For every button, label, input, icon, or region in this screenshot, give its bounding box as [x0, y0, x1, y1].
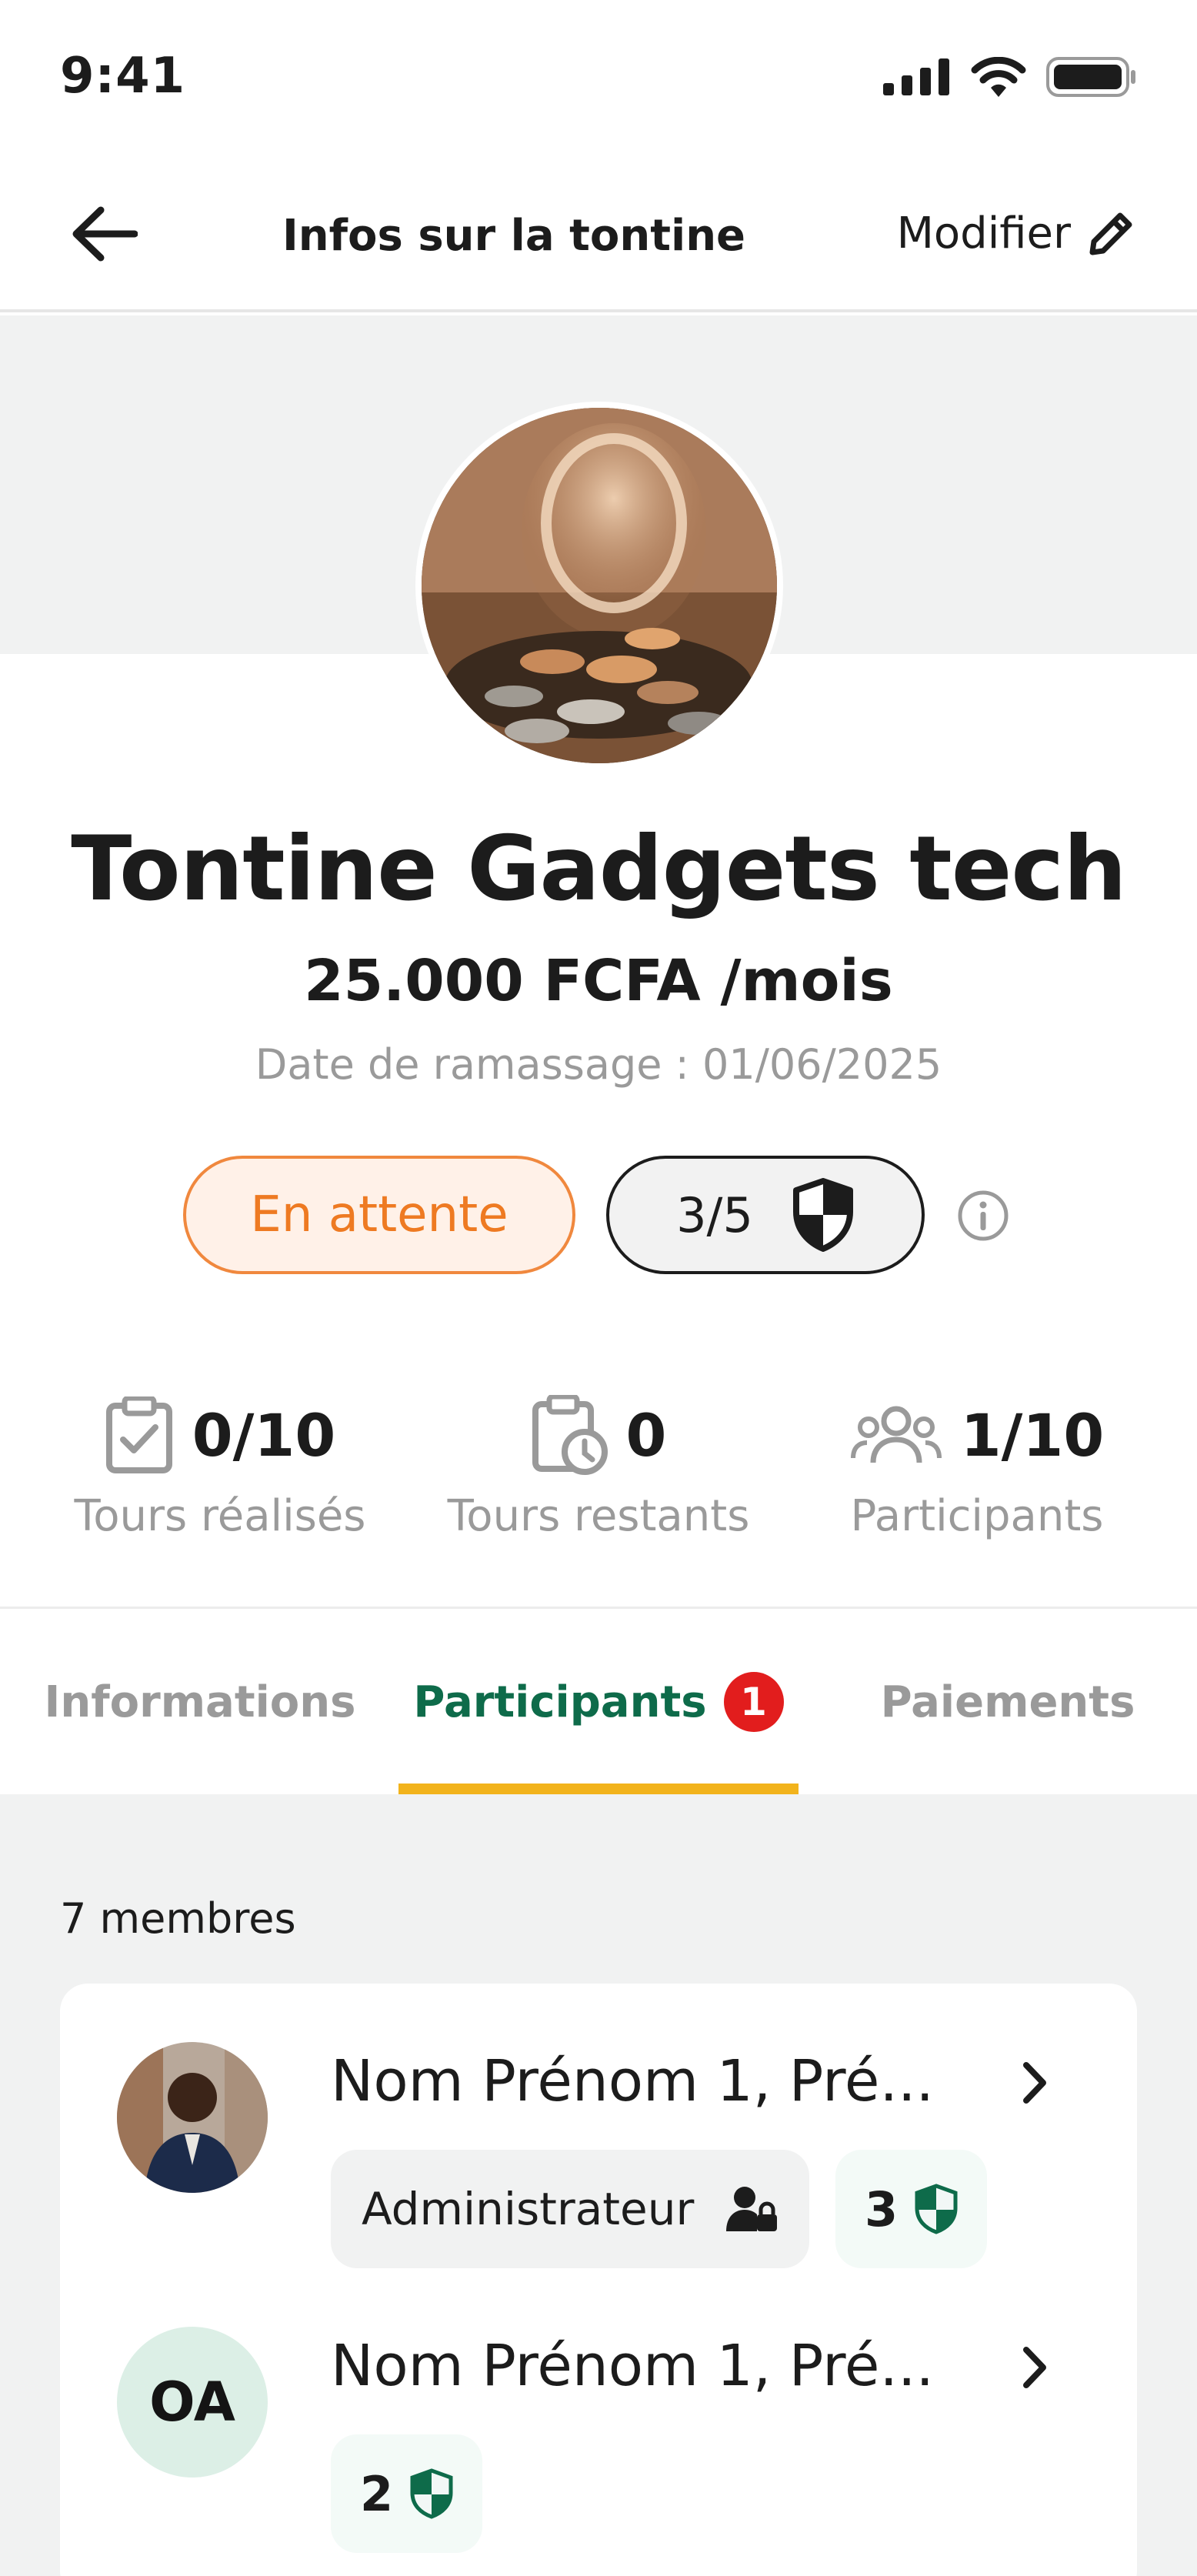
stat-tours-realises: 0/10 Tours réalisés	[35, 1393, 405, 1541]
signal-icon	[883, 58, 949, 95]
trust-level-badge[interactable]: 3/5	[606, 1156, 925, 1274]
tab-label: Paiements	[880, 1677, 1135, 1727]
stat-participants: 1/10 Participants	[792, 1393, 1162, 1542]
stat-label: Tours réalisés	[74, 1491, 366, 1541]
tab-bar: Informations Participants 1 Paiements	[0, 1610, 1197, 1794]
wifi-icon	[971, 57, 1026, 97]
avatar: OA	[117, 2327, 268, 2478]
chevron-right-icon	[1023, 2062, 1046, 2104]
shield-icon	[792, 1178, 853, 1252]
status-icons	[883, 57, 1137, 97]
list-item[interactable]: Nom Prénom 1, Pré... Administrateur 3	[60, 1984, 1137, 2276]
avatar	[117, 2042, 268, 2193]
stat-value: 0/10	[192, 1400, 336, 1470]
contribution-amount: 25.000 FCFA /mois	[304, 948, 893, 1014]
tab-informations[interactable]: Informations	[31, 1610, 369, 1794]
list-item[interactable]: OA Nom Prénom 1, Pré... 2	[60, 2276, 1137, 2576]
navigation-bar: Infos sur la tontine Modifier	[0, 154, 1197, 312]
coin-jar-image	[422, 408, 777, 763]
role-label: Administrateur	[362, 2183, 695, 2235]
status-bar: 9:41	[0, 0, 1197, 154]
info-icon[interactable]	[957, 1190, 1009, 1242]
stat-value: 1/10	[960, 1400, 1105, 1470]
trust-score-chip: 3	[835, 2150, 988, 2268]
group-icon	[850, 1406, 942, 1463]
shield-icon	[915, 2184, 958, 2234]
trust-score: 2	[360, 2465, 394, 2522]
notification-badge: 1	[723, 1672, 784, 1732]
stat-value: 0	[625, 1400, 667, 1470]
status-time: 9:41	[60, 48, 186, 105]
trust-score: 3	[865, 2181, 899, 2237]
battery-icon	[1046, 57, 1135, 97]
badge-row: En attente 3/5	[0, 1156, 1197, 1274]
trust-level-value: 3/5	[676, 1186, 753, 1243]
edit-label: Modifier	[896, 208, 1071, 259]
pickup-date: Date de ramassage : 01/06/2025	[255, 1040, 942, 1089]
tontine-avatar	[415, 402, 783, 769]
shield-icon	[410, 2468, 453, 2519]
member-name: Nom Prénom 1, Pré...	[331, 2048, 935, 2114]
tab-paiements[interactable]: Paiements	[846, 1610, 1169, 1794]
tab-label: Participants	[413, 1677, 707, 1727]
pencil-icon	[1089, 212, 1132, 255]
stat-tours-restants: 0 Tours restants	[414, 1393, 783, 1541]
status-badge: En attente	[183, 1156, 575, 1274]
members-section: 7 membres Nom Prénom 1, Pré... Administr…	[0, 1794, 1197, 2576]
members-card: Nom Prénom 1, Pré... Administrateur 3 OA…	[60, 1984, 1137, 2576]
tab-participants[interactable]: Participants 1	[398, 1610, 799, 1794]
divider	[0, 1607, 1197, 1609]
role-chip: Administrateur	[331, 2150, 810, 2268]
tab-label: Informations	[44, 1677, 356, 1727]
active-tab-indicator	[398, 1784, 799, 1794]
stat-label: Tours restants	[447, 1491, 750, 1541]
stats-row: 0/10 Tours réalisés 0 Tours restants 1/1…	[0, 1393, 1197, 1554]
chevron-right-icon	[1023, 2347, 1046, 2388]
edit-button[interactable]: Modifier	[897, 208, 1137, 259]
trust-score-chip: 2	[331, 2434, 483, 2553]
tontine-name: Tontine Gadgets tech	[71, 817, 1126, 921]
members-count: 7 membres	[60, 1894, 296, 1943]
admin-lock-icon	[726, 2187, 778, 2231]
stat-label: Participants	[850, 1491, 1104, 1541]
clipboard-clock-icon	[532, 1395, 608, 1475]
member-name: Nom Prénom 1, Pré...	[331, 2333, 935, 2399]
clipboard-check-icon	[105, 1396, 172, 1473]
page-title: Infos sur la tontine	[282, 211, 746, 261]
